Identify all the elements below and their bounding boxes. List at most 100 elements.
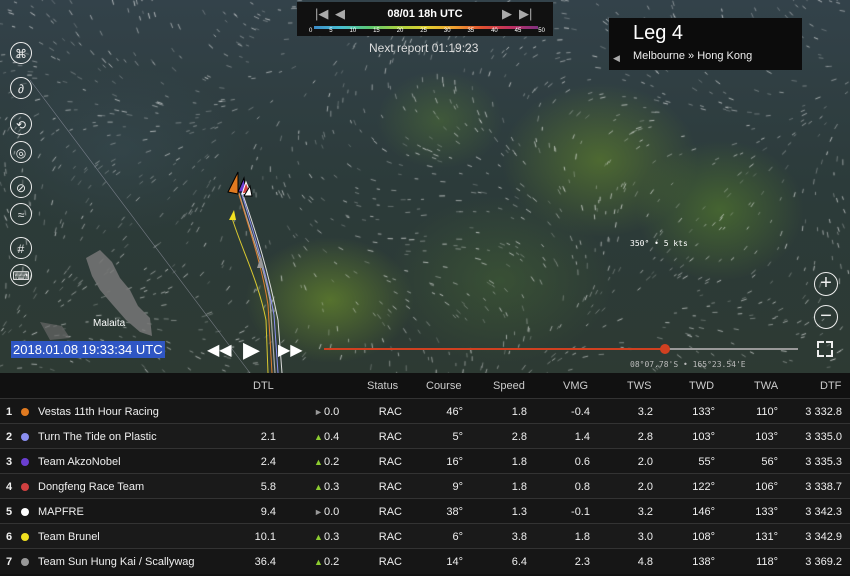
dtl-value: 2.4 xyxy=(260,456,276,468)
twa-value: 103° xyxy=(755,431,778,443)
course-value: 9° xyxy=(452,481,463,493)
forecast-date: 08/01 18h UTC xyxy=(387,8,463,20)
wind-scale-label: 5 xyxy=(329,28,333,34)
table-row[interactable]: 6 Team Brunel 10.1 ▲ 0.3 RAC 6° 3.8 1.8 3.0 108° 13… xyxy=(0,523,850,549)
tws-value: 2.0 xyxy=(637,481,653,493)
team-name: MAPFRE xyxy=(38,506,84,518)
col-speed[interactable]: Speed xyxy=(493,380,525,392)
timeline-slider[interactable] xyxy=(324,344,798,354)
table-row[interactable]: 7 Team Sun Hung Kai / Scallywag 36.4 ▲ 0.2 RA… xyxy=(0,548,850,574)
camera-icon[interactable]: ◎ xyxy=(10,141,32,163)
leg-title: Leg 4 xyxy=(633,22,684,44)
wind-scale-label: 0 xyxy=(309,28,313,34)
speed-value: 1.8 xyxy=(511,481,527,493)
small-island xyxy=(40,322,70,340)
table-row[interactable]: 4 Dongfeng Race Team 5.8 ▲ 0.3 RAC 9° 1.8 0.8 2.0… xyxy=(0,473,850,499)
col-dtf[interactable]: DTF xyxy=(820,380,841,392)
col-course[interactable]: Course xyxy=(426,380,461,392)
team-name: Team AkzoNobel xyxy=(38,456,121,468)
change-value: 0.3 xyxy=(324,531,340,543)
rank: 2 xyxy=(6,431,13,443)
twd-value: 108° xyxy=(692,531,715,543)
tws-value: 2.8 xyxy=(637,431,653,443)
next-icon[interactable]: ▶ xyxy=(502,6,512,22)
twa-value: 56° xyxy=(761,456,778,468)
trend-up-icon: ▲ xyxy=(314,432,323,442)
tws-value: 3.2 xyxy=(637,406,653,418)
layers-icon[interactable]: ⌘ xyxy=(10,42,32,64)
twd-value: 55° xyxy=(698,456,715,468)
table-row[interactable]: 1 Vestas 11th Hour Racing ► 0.0 RAC 46° 1.8 -0.… xyxy=(0,398,850,424)
trend-up-icon: ▲ xyxy=(314,457,323,467)
col-dtl[interactable]: DTL xyxy=(253,380,274,392)
tws-value: 3.0 xyxy=(637,531,653,543)
zoom-in-button[interactable]: + xyxy=(814,272,838,296)
team-color-dot xyxy=(21,508,29,516)
wave-icon[interactable]: ≈ xyxy=(10,203,32,225)
rank: 5 xyxy=(6,506,13,518)
rank: 6 xyxy=(6,531,13,543)
change-value: 0.2 xyxy=(324,456,340,468)
dtf-value: 3 369.2 xyxy=(805,556,842,568)
last-icon[interactable]: ▶| xyxy=(519,6,532,22)
twd-value: 138° xyxy=(692,556,715,568)
change-value: 0.3 xyxy=(324,481,340,493)
time-bar: |◀ ◀ 08/01 18h UTC ▶ ▶| 0 5 10 15 20 25 30 35 40… xyxy=(297,2,553,36)
wind-scale-label: 25 xyxy=(420,28,427,34)
vmg-value: -0.4 xyxy=(571,406,590,418)
replay-clock: 2018.01.08 19:33:34 UTC xyxy=(11,341,165,358)
grid-icon[interactable]: # xyxy=(10,237,32,259)
col-twa[interactable]: TWA xyxy=(754,380,778,392)
boat-vestas xyxy=(227,171,239,195)
leg-panel[interactable]: Leg 4 ◀ Melbourne » Hong Kong xyxy=(609,18,802,70)
wind-scale-label: 30 xyxy=(443,28,451,34)
race-map[interactable]: |◀ ◀ 08/01 18h UTC ▶ ▶| 0 5 10 15 20 25 30 35 40… xyxy=(0,0,850,373)
wind-scale-labels: 0 5 10 15 20 25 30 35 40 45 50 xyxy=(309,28,545,34)
table-row[interactable]: 2 Turn The Tide on Plastic 2.1 ▲ 0.4 RAC 5° 2.8… xyxy=(0,423,850,449)
dtf-value: 3 342.9 xyxy=(805,531,842,543)
tws-value: 4.8 xyxy=(637,556,653,568)
course-value: 14° xyxy=(446,556,463,568)
collapse-icon[interactable]: ◀ xyxy=(613,53,620,64)
rank: 7 xyxy=(6,556,13,568)
status-value: RAC xyxy=(378,506,402,518)
twa-value: 131° xyxy=(755,531,778,543)
fullscreen-icon[interactable] xyxy=(817,341,833,357)
vmg-value: 0.8 xyxy=(574,481,590,493)
dtl-value: 9.4 xyxy=(260,506,276,518)
wind-scale-label: 35 xyxy=(467,28,475,34)
twa-value: 110° xyxy=(756,406,778,418)
col-twd[interactable]: TWD xyxy=(689,380,714,392)
zoom-out-button[interactable]: − xyxy=(814,305,838,329)
trend-up-icon: ▲ xyxy=(314,482,323,492)
dtf-value: 3 342.3 xyxy=(805,506,842,518)
fast-forward-button[interactable]: ▶▶ xyxy=(278,340,303,360)
boat-brunel xyxy=(229,210,236,220)
twd-value: 122° xyxy=(692,481,715,493)
course-value: 16° xyxy=(446,456,463,468)
change-value: 0.4 xyxy=(324,431,340,443)
team-color-dot xyxy=(21,458,29,466)
course-value: 6° xyxy=(452,531,463,543)
keyboard-icon[interactable]: ⌨ xyxy=(10,264,32,286)
timeline-progress xyxy=(324,348,666,350)
col-vmg[interactable]: VMG xyxy=(563,380,588,392)
table-row[interactable]: 3 Team AkzoNobel 2.4 ▲ 0.2 RAC 16° 1.8 0.6 2.0 55°… xyxy=(0,448,850,474)
route-icon[interactable]: ∂ xyxy=(10,77,32,99)
status-value: RAC xyxy=(378,406,402,418)
wind-icon[interactable]: ⟲ xyxy=(10,113,32,135)
team-name: Vestas 11th Hour Racing xyxy=(38,406,159,418)
play-button[interactable]: ▶ xyxy=(243,337,260,363)
team-color-dot xyxy=(21,408,29,416)
compass-icon[interactable]: ⊘ xyxy=(10,176,32,198)
col-status[interactable]: Status xyxy=(367,380,398,392)
table-row[interactable]: 5 MAPFRE 9.4 ► 0.0 RAC 38° 1.3 -0.1 3.2 146° 133° 3 … xyxy=(0,498,850,524)
dtl-value: 2.1 xyxy=(260,431,276,443)
rank: 3 xyxy=(6,456,13,468)
rank: 1 xyxy=(6,406,13,418)
wind-scale-label: 50 xyxy=(538,28,545,34)
rewind-button[interactable]: ◀◀ xyxy=(207,340,232,360)
tws-value: 2.0 xyxy=(637,456,653,468)
col-tws[interactable]: TWS xyxy=(627,380,651,392)
vmg-value: -0.1 xyxy=(571,506,590,518)
